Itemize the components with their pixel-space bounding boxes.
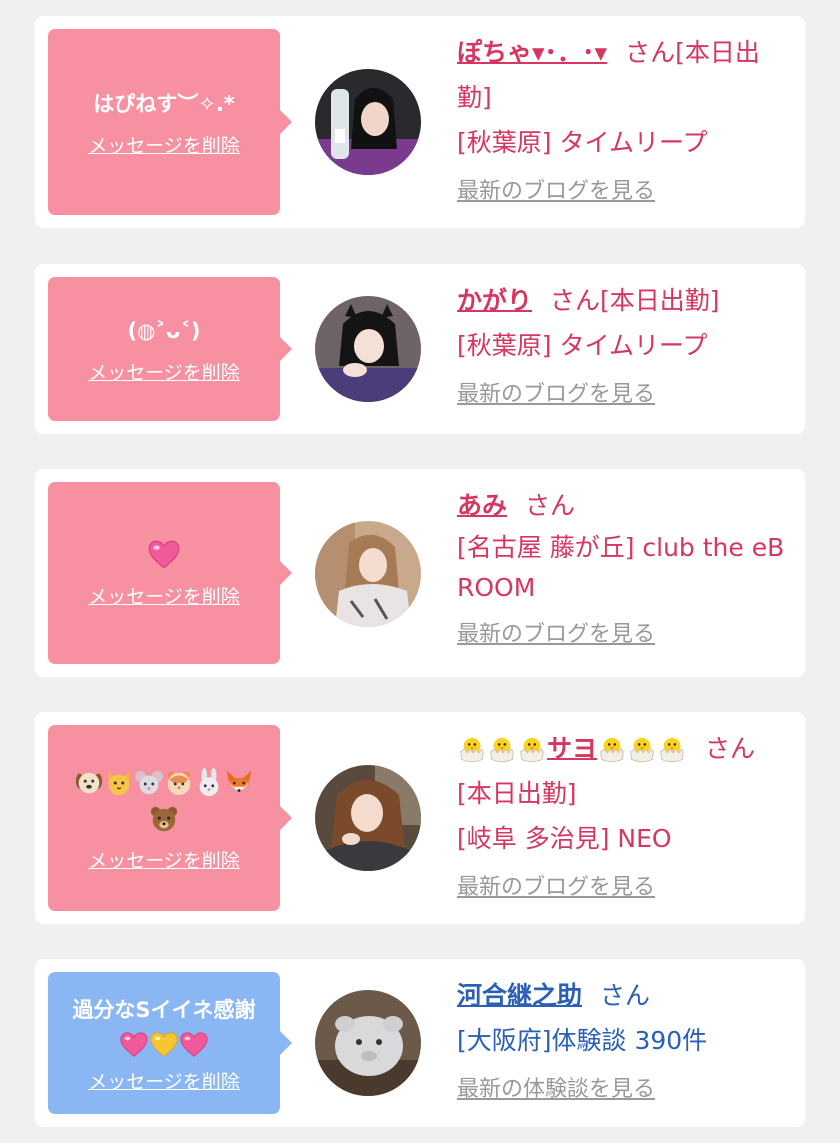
message-bubble: (◍˃ᴗ˂) メッセージを削除 <box>48 277 280 421</box>
message-text <box>147 537 181 572</box>
hatching-chick-icon <box>457 735 487 765</box>
hatching-chick-icon <box>627 735 657 765</box>
dog-face-icon <box>74 768 104 798</box>
avatar[interactable] <box>315 296 421 402</box>
cast-info: あみ さん [名古屋 藤が丘] club the eBROOM 最新のブログを見る <box>457 483 785 648</box>
review-count: [大阪府]体験談 390件 <box>457 1026 708 1055</box>
reviewer-name-link[interactable]: 河合継之助 <box>457 981 582 1010</box>
delete-message-link[interactable]: メッセージを削除 <box>88 582 240 609</box>
message-text: はぴねす︶✧.* <box>93 91 235 116</box>
message-bubble: 過分なSイイネ感謝 メッセージを削除 <box>48 972 280 1114</box>
cast-info: かがり さん[本日出勤] [秋葉原] タイムリープ 最新のブログを見る <box>457 278 785 408</box>
avatar[interactable] <box>315 69 421 175</box>
shop-name: [名古屋 藤が丘] club the eBROOM <box>457 533 785 602</box>
pink-heart-icon <box>147 538 181 572</box>
review-link[interactable]: 最新の体験談を見る <box>457 1071 655 1103</box>
blog-link[interactable]: 最新のブログを見る <box>457 869 655 901</box>
hatching-chick-icon <box>597 735 627 765</box>
delete-message-link[interactable]: メッセージを削除 <box>88 1067 240 1094</box>
hatching-chick-icon <box>487 735 517 765</box>
cast-info: ぽちゃ▾･．･▾ さん[本日出勤] [秋葉原] タイムリープ 最新のブログを見る <box>457 30 785 205</box>
avatar[interactable] <box>315 521 421 627</box>
honorific: さん <box>525 491 576 520</box>
reviewer-info: 河合継之助 さん [大阪府]体験談 390件 最新の体験談を見る <box>457 973 785 1103</box>
cast-info: サヨ さん [本日出勤] [岐阜 多治見] NEO 最新のブログを見る <box>457 726 785 901</box>
blog-link[interactable]: 最新のブログを見る <box>457 173 655 205</box>
bear-face-icon <box>149 804 179 834</box>
message-card: メッセージを削除 あみ さん [名古屋 藤が丘] club the eBROOM … <box>35 469 805 677</box>
message-card: メッセージを削除 サヨ さん [本日出勤] [岐阜 多治見] NEO 最新のブログを… <box>35 712 805 924</box>
shop-name: [岐阜 多治見] NEO <box>457 824 672 853</box>
fox-face-icon <box>224 768 254 798</box>
cast-name-link[interactable]: あみ <box>457 491 507 520</box>
honorific: さん <box>625 38 676 67</box>
mouse-face-icon <box>134 768 164 798</box>
hamster-face-icon <box>164 768 194 798</box>
avatar[interactable] <box>315 990 421 1096</box>
delete-message-link[interactable]: メッセージを削除 <box>88 131 240 158</box>
avatar[interactable] <box>315 765 421 871</box>
cast-name-link[interactable]: かがり <box>457 286 532 315</box>
status-badge: [本日出勤] <box>457 779 577 808</box>
message-bubble: はぴねす︶✧.* メッセージを削除 <box>48 29 280 215</box>
message-card: はぴねす︶✧.* メッセージを削除 ぽちゃ▾･．･▾ さん[本日出勤] [秋葉原]… <box>35 16 805 228</box>
shop-name: [秋葉原] タイムリープ <box>457 128 708 157</box>
status-badge: [本日出勤] <box>600 286 720 315</box>
message-text: (◍˃ᴗ˂) <box>127 318 201 343</box>
cast-name-link[interactable]: サヨ <box>457 734 687 763</box>
blog-link[interactable]: 最新のブログを見る <box>457 616 655 648</box>
pink-heart-icon <box>179 1030 209 1060</box>
cat-face-icon <box>104 768 134 798</box>
cast-name-link[interactable]: ぽちゃ▾･．･▾ <box>457 38 607 67</box>
delete-message-link[interactable]: メッセージを削除 <box>88 358 240 385</box>
rabbit-face-icon <box>194 768 224 798</box>
yellow-heart-icon <box>149 1030 179 1060</box>
pink-heart-icon <box>119 1030 149 1060</box>
honorific: さん <box>550 286 601 315</box>
message-bubble: メッセージを削除 <box>48 725 280 911</box>
message-body: 過分なSイイネ感謝 <box>72 997 256 1022</box>
shop-name: [秋葉原] タイムリープ <box>457 331 708 360</box>
honorific: さん <box>705 734 756 763</box>
cast-name: サヨ <box>547 734 598 763</box>
delete-message-link[interactable]: メッセージを削除 <box>88 846 240 873</box>
honorific: さん <box>600 981 651 1010</box>
message-card: (◍˃ᴗ˂) メッセージを削除 かがり さん[本日出勤] [秋葉原] タイムリープ… <box>35 264 805 434</box>
message-list: はぴねす︶✧.* メッセージを削除 ぽちゃ▾･．･▾ さん[本日出勤] [秋葉原]… <box>0 0 840 1143</box>
message-card: 過分なSイイネ感謝 メッセージを削除 河合継之助 さん [大阪府]体験談 390件… <box>35 959 805 1127</box>
message-text <box>74 764 254 836</box>
blog-link[interactable]: 最新のブログを見る <box>457 376 655 408</box>
message-bubble: メッセージを削除 <box>48 482 280 664</box>
hatching-chick-icon <box>657 735 687 765</box>
hatching-chick-icon <box>517 735 547 765</box>
message-text: 過分なSイイネ感謝 <box>60 993 268 1061</box>
